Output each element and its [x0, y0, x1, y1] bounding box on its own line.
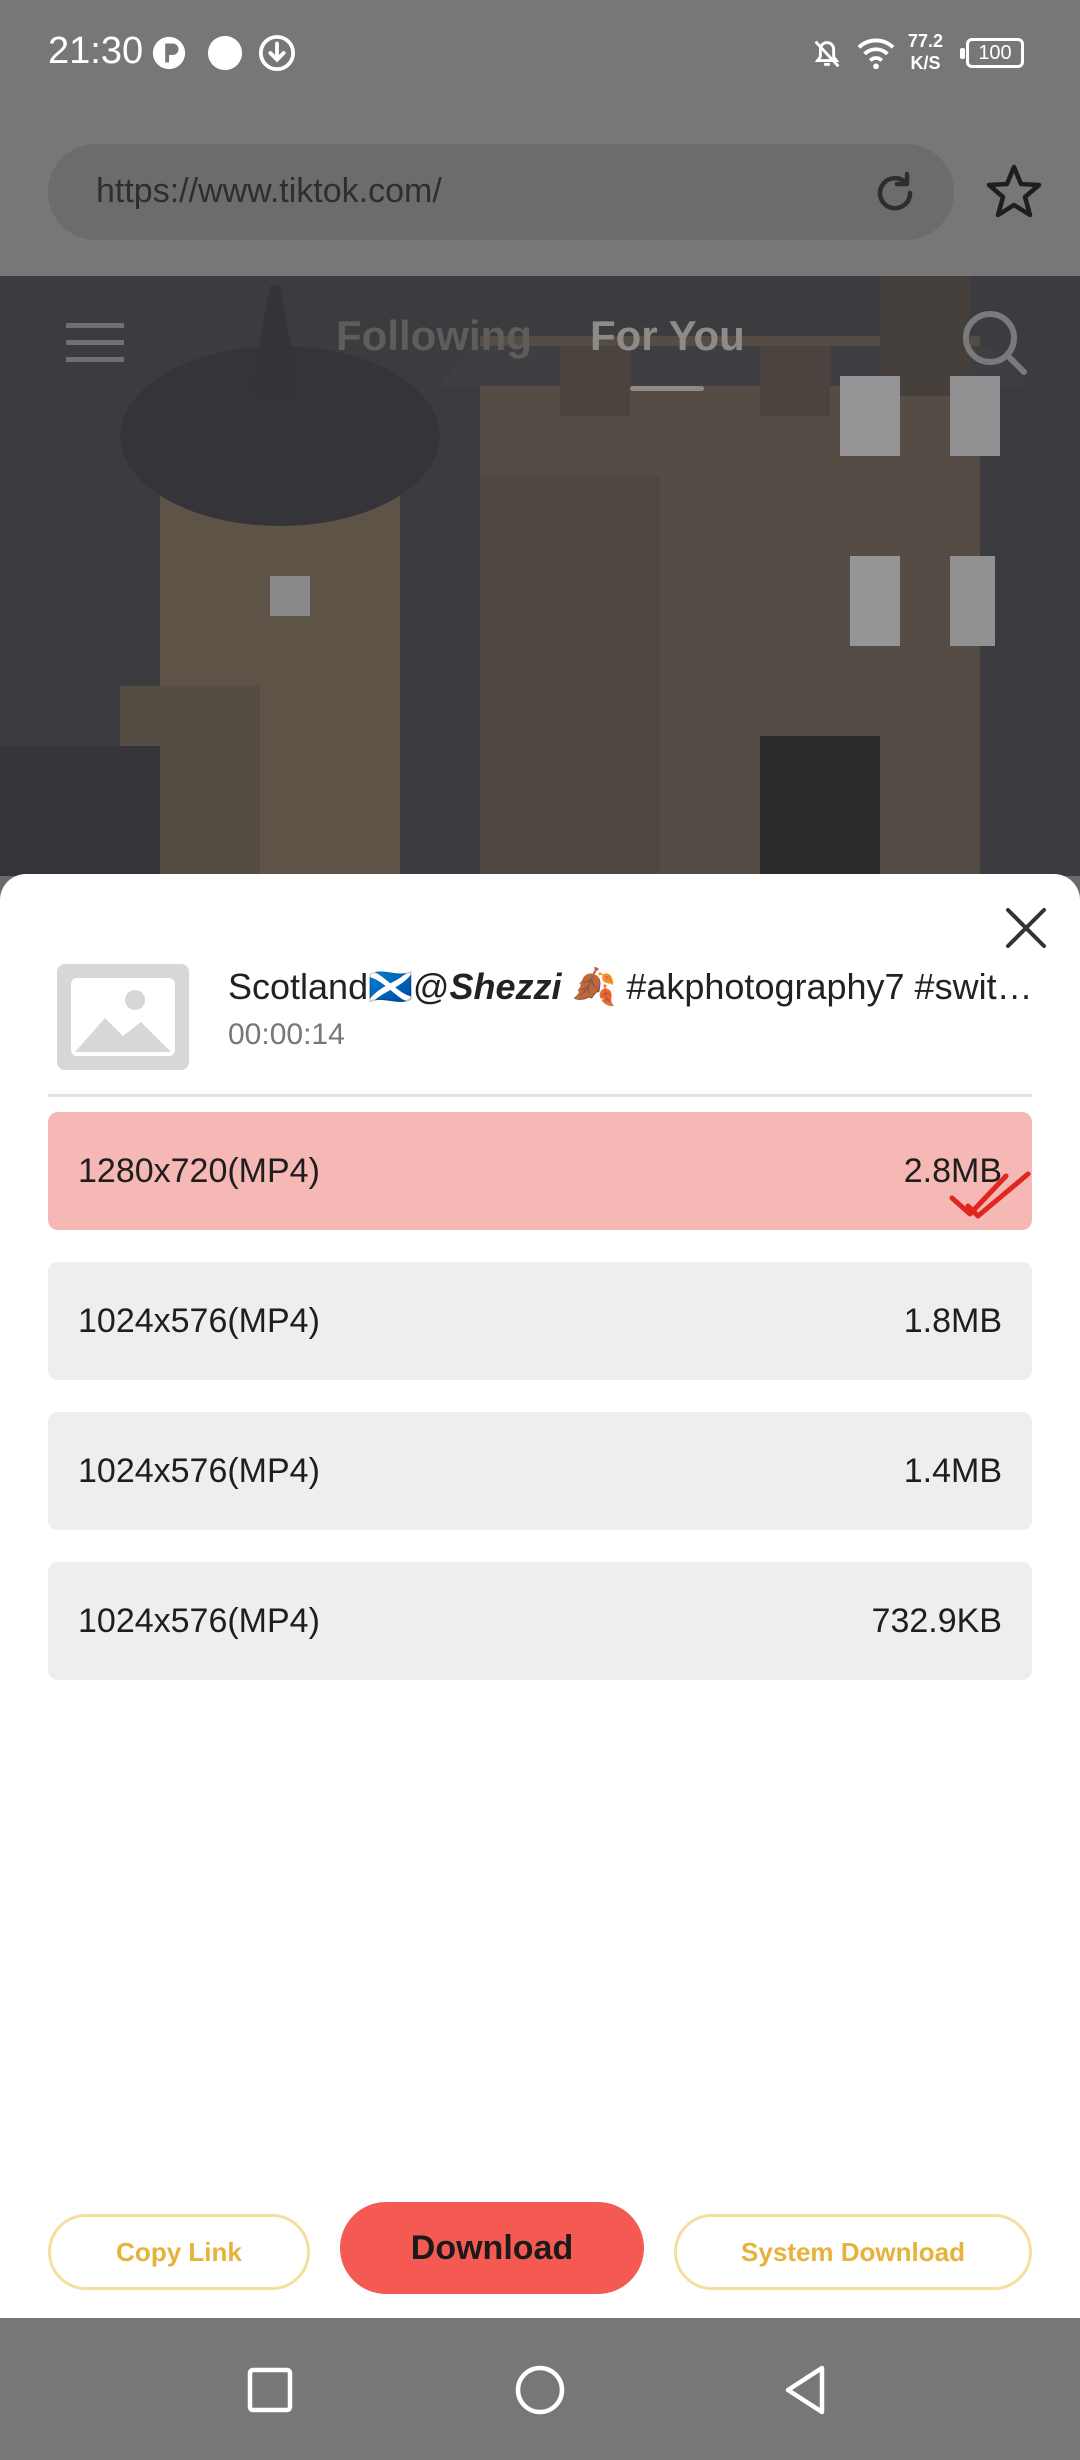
download-sheet: Scotland🏴󠁧󠁢󠁳󠁣󠁴󠁿@Shezzi 🍂 #akphotography7…: [0, 874, 1080, 2318]
option-resolution: 1280x720(MP4): [78, 1152, 320, 1190]
menu-icon[interactable]: [66, 321, 124, 365]
double-check-icon: [949, 1171, 1031, 1219]
back-icon[interactable]: [778, 2362, 834, 2418]
download-button[interactable]: Download: [340, 2202, 644, 2294]
tab-for-you[interactable]: For You: [590, 312, 745, 360]
net-speed-unit: K/S: [910, 53, 941, 73]
image-placeholder-icon: [71, 978, 175, 1056]
battery-icon: 100: [960, 38, 1024, 68]
option-size: 1.4MB: [903, 1452, 1002, 1490]
option-resolution: 1024x576(MP4): [78, 1302, 320, 1340]
option-resolution: 1024x576(MP4): [78, 1452, 320, 1490]
status-time: 21:30: [48, 30, 144, 72]
url-text: https://www.tiktok.com/: [96, 172, 442, 210]
divider: [48, 1094, 1032, 1097]
option-size: 732.9KB: [871, 1602, 1002, 1640]
net-speed: 77.2 K/S: [908, 30, 943, 74]
video-thumbnail: [57, 964, 189, 1070]
home-icon[interactable]: [512, 2362, 568, 2418]
app-notification-icon: [152, 36, 186, 70]
mute-bell-icon: [814, 40, 840, 68]
option-resolution: 1024x576(MP4): [78, 1602, 320, 1640]
copy-link-button[interactable]: Copy Link: [48, 2214, 310, 2290]
dot-icon: [207, 35, 243, 71]
castle-image: [0, 276, 1080, 876]
system-nav-bar: [0, 2318, 1080, 2460]
search-icon[interactable]: [958, 306, 1030, 378]
download-arrow-icon: [258, 34, 296, 72]
wifi-icon: [857, 38, 895, 70]
video-title-user: Shezzi: [449, 966, 562, 1007]
browser-toolbar: https://www.tiktok.com/: [0, 110, 1080, 276]
star-icon[interactable]: [984, 162, 1044, 222]
option-size: 1.8MB: [903, 1302, 1002, 1340]
close-icon[interactable]: [1002, 904, 1050, 952]
system-download-button[interactable]: System Download: [674, 2214, 1032, 2290]
net-speed-value: 77.2: [908, 31, 944, 51]
quality-option[interactable]: 1280x720(MP4) 2.8MB: [48, 1112, 1032, 1230]
quality-option[interactable]: 1024x576(MP4) 732.9KB: [48, 1562, 1032, 1680]
video-background: Following For You: [0, 276, 1080, 876]
tab-following[interactable]: Following: [336, 312, 532, 360]
status-bar: 21:30 77.2 K/S 100: [0, 0, 1080, 110]
address-bar[interactable]: https://www.tiktok.com/: [48, 144, 954, 240]
recent-apps-icon[interactable]: [242, 2362, 298, 2418]
quality-option[interactable]: 1024x576(MP4) 1.8MB: [48, 1262, 1032, 1380]
video-title-suffix: 🍂 #akphotography7 #swit…: [561, 966, 1033, 1007]
reload-icon[interactable]: [870, 168, 920, 218]
video-title-prefix: Scotland🏴󠁧󠁢󠁳󠁣󠁴󠁿@: [228, 966, 450, 1007]
active-tab-indicator: [630, 386, 704, 391]
quality-option[interactable]: 1024x576(MP4) 1.4MB: [48, 1412, 1032, 1530]
video-duration: 00:00:14: [228, 1018, 345, 1051]
video-title: Scotland🏴󠁧󠁢󠁳󠁣󠁴󠁿@Shezzi 🍂 #akphotography7…: [228, 966, 1034, 1008]
